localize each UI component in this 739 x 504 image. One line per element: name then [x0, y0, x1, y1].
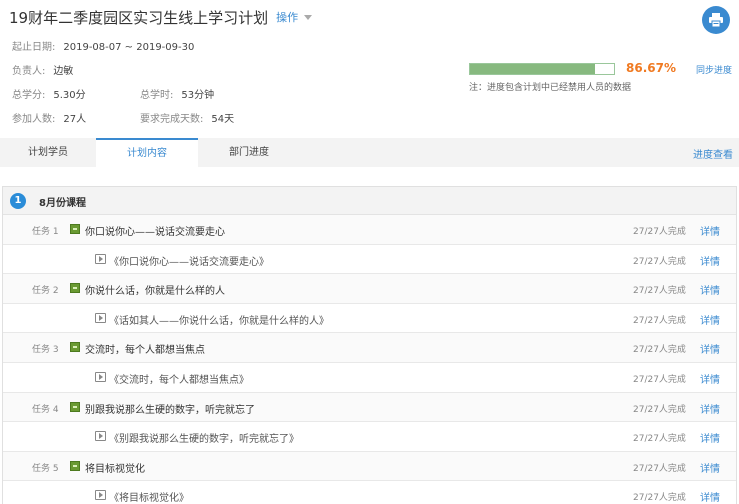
task-number: 任务 4	[32, 404, 59, 415]
detail-link[interactable]: 详情	[700, 312, 720, 327]
task-icon	[70, 460, 80, 471]
sync-progress-link[interactable]: 同步进度	[696, 63, 732, 76]
owner-value: 边敏	[53, 66, 74, 77]
participants-value: 27人	[63, 114, 87, 125]
task-number: 任务 1	[32, 227, 59, 237]
task-number: 任务 2	[32, 286, 59, 297]
chevron-down-icon[interactable]	[304, 14, 313, 20]
view-progress-link[interactable]: 进度查看	[693, 146, 733, 161]
credits-label: 总学分:	[12, 90, 46, 101]
page-title: 19财年二季度园区实习生线上学习计划	[9, 8, 269, 27]
course-row: 《话如其人——你说什么话，你就是什么样的人》 27/27人完成 详情	[3, 304, 736, 334]
course-name: 《你口说你心——说话交流要走心》	[109, 256, 269, 268]
completion-count: 27/27人完成	[633, 493, 686, 504]
days-info: 要求完成天数: 54天	[140, 110, 234, 125]
detail-link[interactable]: 详情	[700, 223, 720, 238]
tab-plan-students[interactable]: 计划学员	[0, 138, 96, 167]
task-icon	[70, 283, 80, 294]
task-row: 任务 2 你说什么话，你就是什么样的人 27/27人完成 详情	[3, 274, 736, 304]
task-row: 任务 5 将目标视觉化 27/27人完成 详情	[3, 451, 736, 482]
detail-link[interactable]: 详情	[700, 430, 720, 445]
course-name: 《别跟我说那么生硬的数字，听完就忘了》	[109, 434, 299, 446]
video-icon	[95, 312, 106, 323]
course-row: 《别跟我说那么生硬的数字，听完就忘了》 27/27人完成 详情	[3, 422, 736, 452]
completion-count: 27/27人完成	[633, 434, 686, 445]
completion-count: 27/27人完成	[633, 463, 686, 474]
detail-link[interactable]: 详情	[700, 282, 720, 297]
period-label: 起止日期:	[12, 42, 56, 53]
detail-link[interactable]: 详情	[700, 253, 720, 268]
participants-label: 参加人数:	[12, 114, 56, 125]
progress-fill	[470, 64, 595, 74]
tab-bar: 计划学员 计划内容 部门进度	[0, 138, 739, 167]
days-value: 54天	[211, 114, 235, 125]
task-number: 任务 3	[32, 345, 59, 356]
video-icon	[95, 431, 106, 442]
tab-dept-progress[interactable]: 部门进度	[198, 138, 300, 167]
task-row: 任务 4 别跟我说那么生硬的数字，听完就忘了 27/27人完成 详情	[3, 392, 736, 423]
owner-info: 负责人: 边敏	[12, 62, 73, 77]
detail-link[interactable]: 详情	[700, 460, 720, 475]
period-info: 起止日期: 2019-08-07 ~ 2019-09-30	[12, 38, 194, 53]
task-icon	[70, 224, 80, 234]
course-name: 《将目标视觉化》	[109, 493, 189, 504]
participants-info: 参加人数: 27人	[12, 110, 86, 125]
task-name: 将目标视觉化	[85, 463, 145, 475]
detail-link[interactable]: 详情	[700, 489, 720, 504]
period-value: 2019-08-07 ~ 2019-09-30	[63, 42, 195, 53]
section-title: 8月份课程	[39, 198, 86, 209]
progress-percent: 86.67%	[626, 61, 676, 75]
completion-count: 27/27人完成	[633, 286, 686, 297]
task-icon	[70, 401, 80, 412]
progress-bar	[469, 63, 615, 75]
ops-dropdown[interactable]: 操作	[276, 9, 313, 25]
course-section: 1 8月份课程 任务 1 你口说你心——说话交流要走心 27/27人完成 详情 …	[2, 186, 737, 504]
task-number: 任务 5	[32, 463, 59, 474]
completion-count: 27/27人完成	[633, 404, 686, 415]
tab-plan-content[interactable]: 计划内容	[96, 138, 198, 167]
hours-info: 总学时: 53分钟	[140, 86, 214, 101]
print-icon[interactable]	[708, 12, 724, 28]
print-button[interactable]	[702, 6, 730, 34]
task-name: 交流时，每个人都想当焦点	[85, 345, 205, 357]
task-name: 你口说你心——说话交流要走心	[85, 227, 225, 238]
owner-label: 负责人:	[12, 66, 46, 77]
detail-link[interactable]: 详情	[700, 401, 720, 416]
completion-count: 27/27人完成	[633, 345, 686, 356]
course-row: 《你口说你心——说话交流要走心》 27/27人完成 详情	[3, 245, 736, 275]
section-number-badge: 1	[10, 193, 26, 209]
detail-link[interactable]: 详情	[700, 371, 720, 386]
detail-link[interactable]: 详情	[700, 341, 720, 356]
credits-info: 总学分: 5.30分	[12, 86, 86, 101]
title-row: 19财年二季度园区实习生线上学习计划 操作	[9, 7, 313, 27]
progress-note: 注：进度包含计划中已经禁用人员的数据	[469, 83, 632, 93]
video-icon	[95, 490, 106, 501]
task-row: 任务 1 你口说你心——说话交流要走心 27/27人完成 详情	[3, 215, 736, 245]
hours-value: 53分钟	[181, 90, 215, 101]
ops-label[interactable]: 操作	[276, 9, 298, 25]
completion-count: 27/27人完成	[633, 227, 686, 237]
course-row: 《将目标视觉化》 27/27人完成 详情	[3, 481, 736, 504]
completion-count: 27/27人完成	[633, 374, 686, 385]
days-label: 要求完成天数:	[140, 114, 204, 125]
course-name: 《话如其人——你说什么话，你就是什么样的人》	[109, 315, 329, 327]
credits-value: 5.30分	[53, 90, 86, 101]
completion-count: 27/27人完成	[633, 256, 686, 267]
section-header: 1 8月份课程	[3, 187, 736, 215]
completion-count: 27/27人完成	[633, 315, 686, 326]
video-icon	[95, 371, 106, 382]
course-row: 《交流时，每个人都想当焦点》 27/27人完成 详情	[3, 363, 736, 393]
task-row: 任务 3 交流时，每个人都想当焦点 27/27人完成 详情	[3, 333, 736, 363]
task-name: 别跟我说那么生硬的数字，听完就忘了	[85, 404, 255, 416]
task-name: 你说什么话，你就是什么样的人	[85, 286, 225, 298]
task-icon	[70, 342, 80, 353]
hours-label: 总学时:	[140, 90, 174, 101]
course-name: 《交流时，每个人都想当焦点》	[109, 374, 249, 386]
video-icon	[95, 253, 106, 264]
